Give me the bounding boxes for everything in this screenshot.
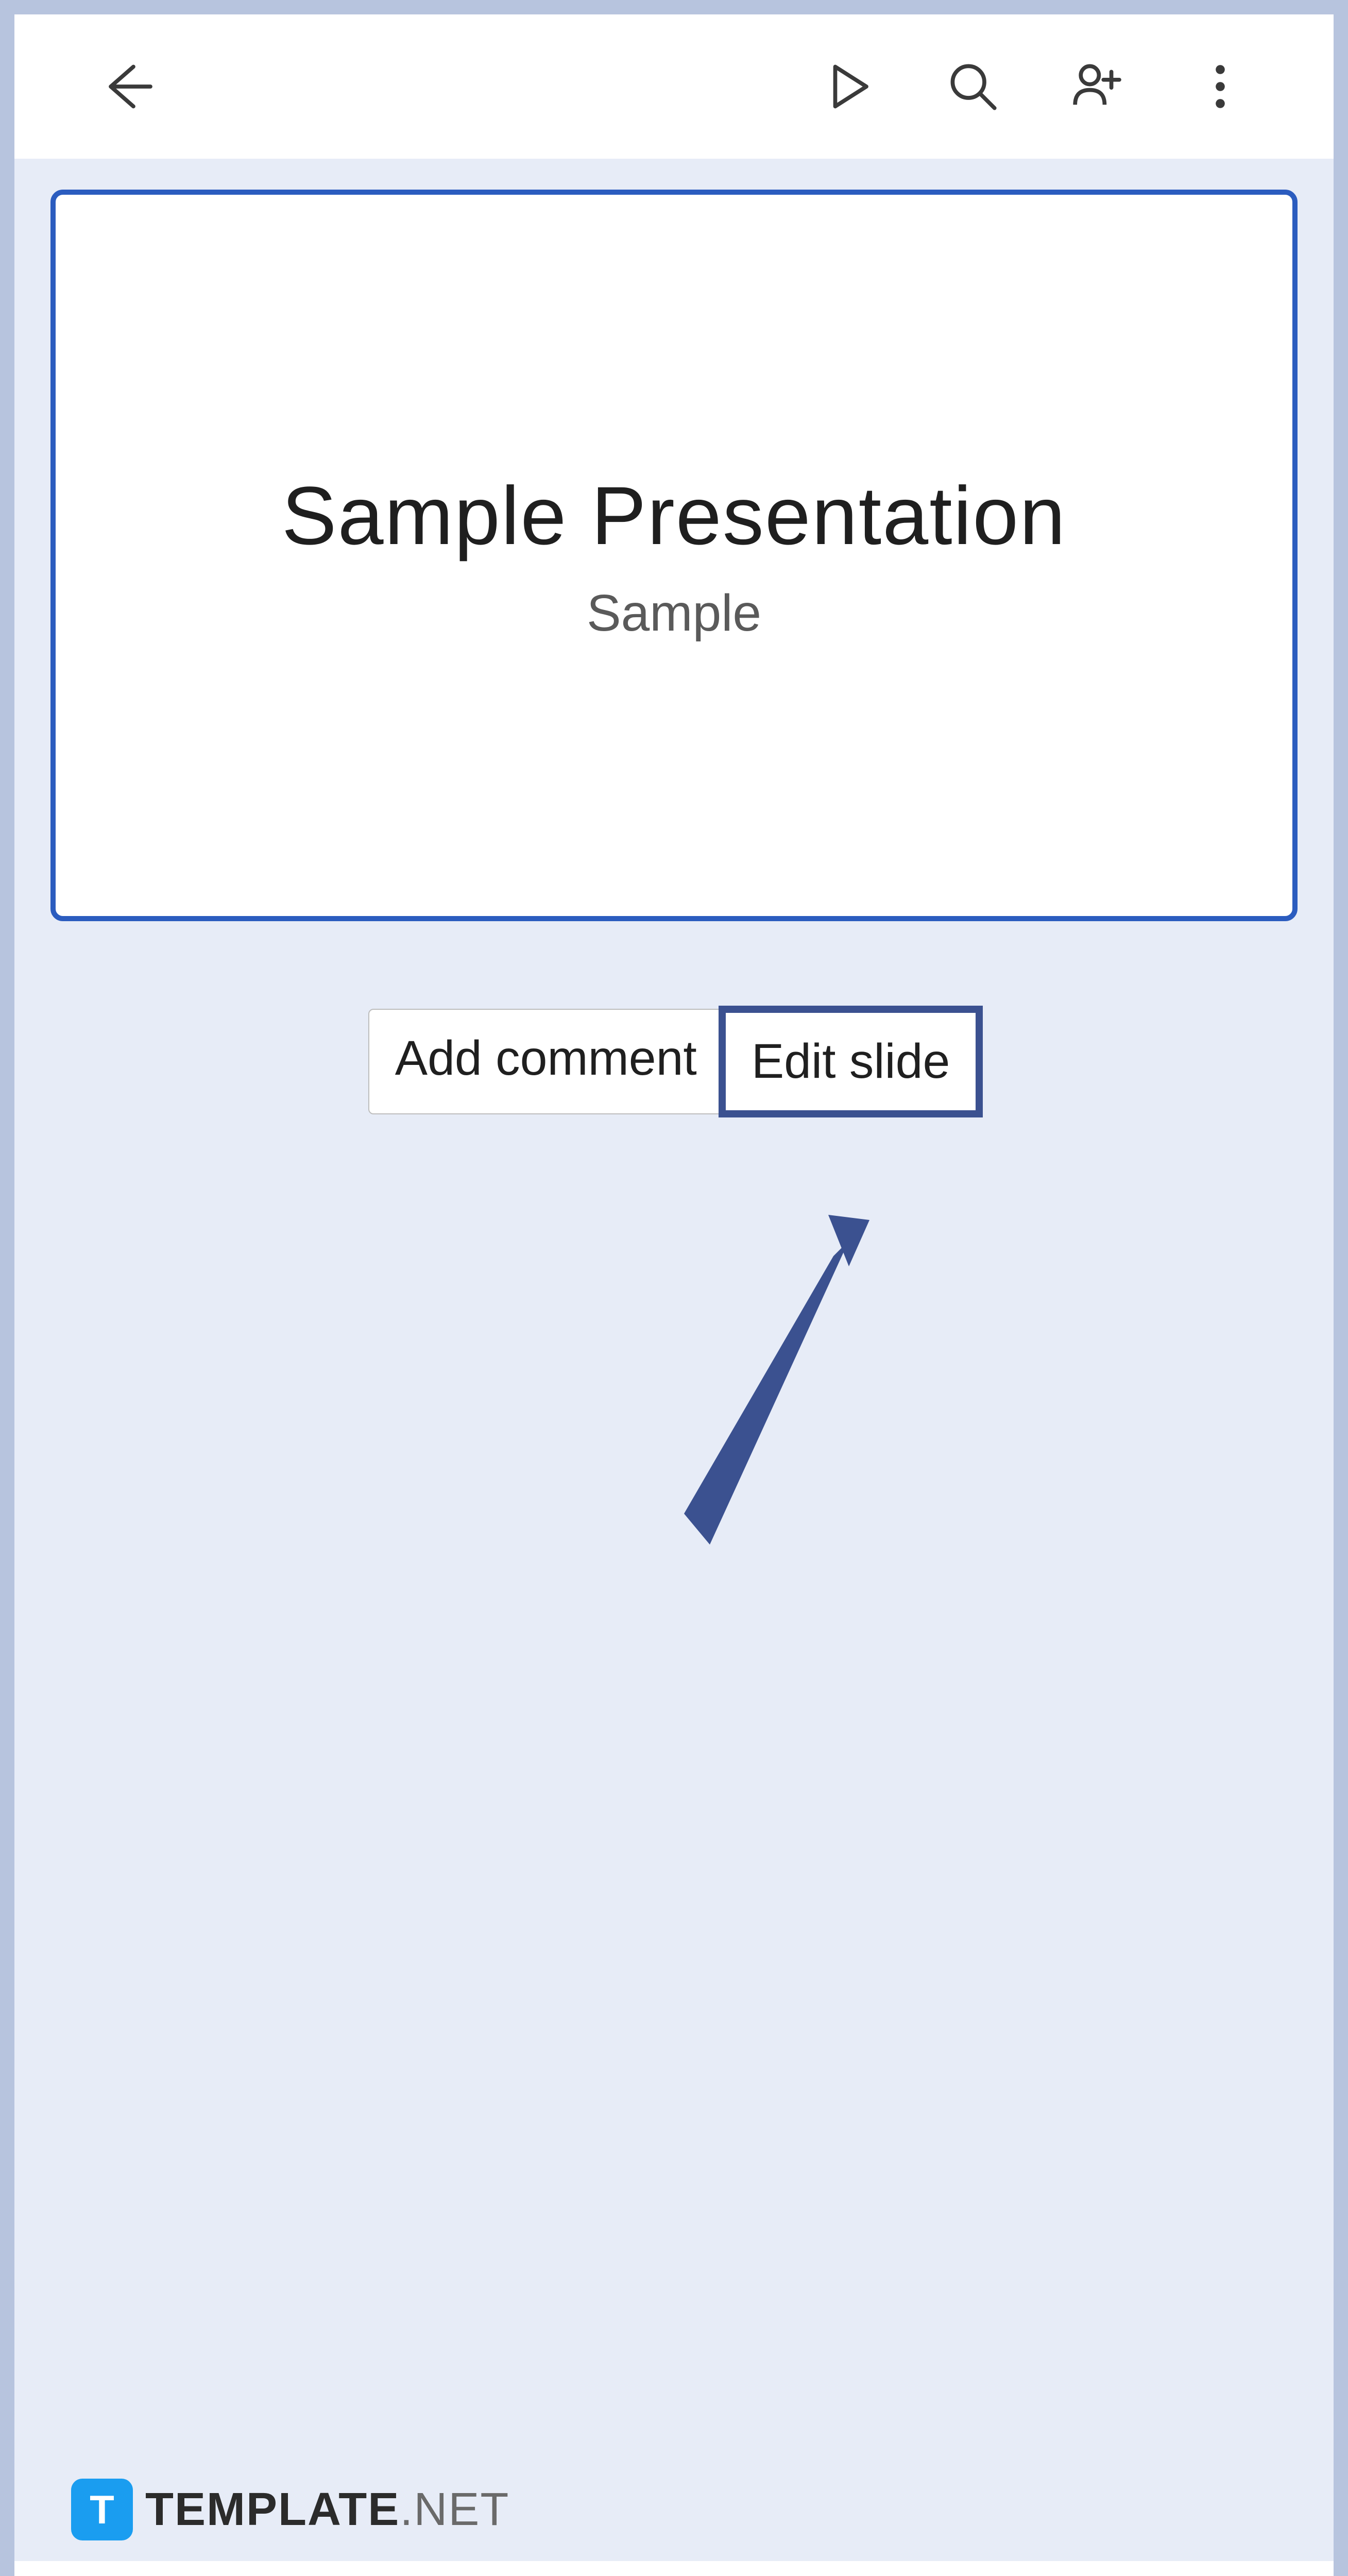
more-vert-icon <box>1192 58 1249 115</box>
watermark-text: TEMPLATE.NET <box>145 2483 509 2536</box>
search-button[interactable] <box>927 40 1019 133</box>
slide-area: Sample Presentation Sample <box>14 159 1334 921</box>
edit-slide-button[interactable]: Edit slide <box>719 1006 983 1117</box>
present-button[interactable] <box>803 40 896 133</box>
share-button[interactable] <box>1050 40 1143 133</box>
add-comment-button[interactable]: Add comment <box>369 1010 723 1113</box>
add-person-icon <box>1068 58 1125 115</box>
system-nav-bar <box>14 2561 1334 2576</box>
device-frame: Sample Presentation Sample Add comment E… <box>0 0 1348 2576</box>
watermark-brand-light: .NET <box>400 2484 509 2535</box>
slide-title: Sample Presentation <box>282 468 1066 563</box>
slide-context-menu: Add comment Edit slide <box>368 1009 980 1114</box>
more-button[interactable] <box>1174 40 1267 133</box>
search-icon <box>945 58 1001 115</box>
play-icon <box>821 58 878 115</box>
back-arrow-icon <box>99 58 156 115</box>
watermark: T TEMPLATE.NET <box>71 2479 509 2540</box>
slide-subtitle: Sample <box>587 584 761 643</box>
annotation-arrow-icon <box>653 1205 911 1565</box>
watermark-badge: T <box>71 2479 133 2540</box>
slide-thumbnail[interactable]: Sample Presentation Sample <box>50 190 1298 921</box>
watermark-brand-bold: TEMPLATE <box>145 2484 400 2535</box>
back-button[interactable] <box>81 40 174 133</box>
app-top-bar <box>14 14 1334 159</box>
